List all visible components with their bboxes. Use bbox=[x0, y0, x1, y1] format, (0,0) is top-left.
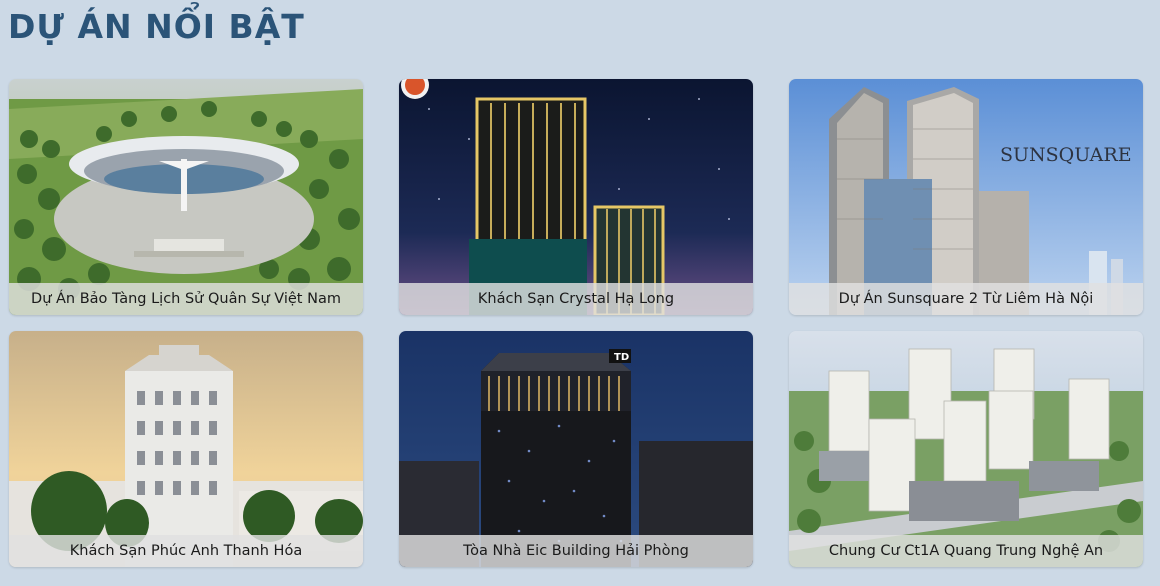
sunsquare-towers-photo[interactable]: SUNSQUARE bbox=[789, 79, 1143, 315]
apartment-complex-aerial-photo[interactable] bbox=[789, 331, 1143, 567]
project-card-phuc-anh-hotel[interactable]: Khách Sạn Phúc Anh Thanh Hóa bbox=[9, 331, 363, 567]
project-card-crystal-hotel[interactable]: Khách Sạn Crystal Hạ Long bbox=[399, 79, 753, 315]
eic-building-night-photo[interactable]: TD bbox=[399, 331, 753, 567]
project-card-caption[interactable]: Khách Sạn Crystal Hạ Long bbox=[399, 283, 753, 315]
phuc-anh-hotel-photo[interactable] bbox=[9, 331, 363, 567]
project-card-caption[interactable]: Dự Án Bảo Tàng Lịch Sử Quân Sự Việt Nam bbox=[9, 283, 363, 315]
project-card-sunsquare[interactable]: SUNSQUARE Dự Án Sunsquare 2 Từ Liêm Hà N… bbox=[789, 79, 1143, 315]
project-card-eic-building[interactable]: TD Tòa Nhà Eic Building Hải Phòng bbox=[399, 331, 753, 567]
project-card-ct1a-apartments[interactable]: Chung Cư Ct1A Quang Trung Nghệ An bbox=[789, 331, 1143, 567]
military-museum-aerial-photo[interactable] bbox=[9, 79, 363, 315]
svg-text:TD: TD bbox=[614, 352, 629, 363]
project-card-military-museum[interactable]: Dự Án Bảo Tàng Lịch Sử Quân Sự Việt Nam bbox=[9, 79, 363, 315]
project-card-caption[interactable]: Khách Sạn Phúc Anh Thanh Hóa bbox=[9, 535, 363, 567]
crystal-hotel-night-photo[interactable] bbox=[399, 79, 753, 315]
project-card-caption[interactable]: Chung Cư Ct1A Quang Trung Nghệ An bbox=[789, 535, 1143, 567]
project-card-caption[interactable]: Dự Án Sunsquare 2 Từ Liêm Hà Nội bbox=[789, 283, 1143, 315]
section-title: DỰ ÁN NỔI BẬT bbox=[8, 7, 305, 46]
project-card-caption[interactable]: Tòa Nhà Eic Building Hải Phòng bbox=[399, 535, 753, 567]
svg-text:SUNSQUARE: SUNSQUARE bbox=[1000, 144, 1132, 166]
